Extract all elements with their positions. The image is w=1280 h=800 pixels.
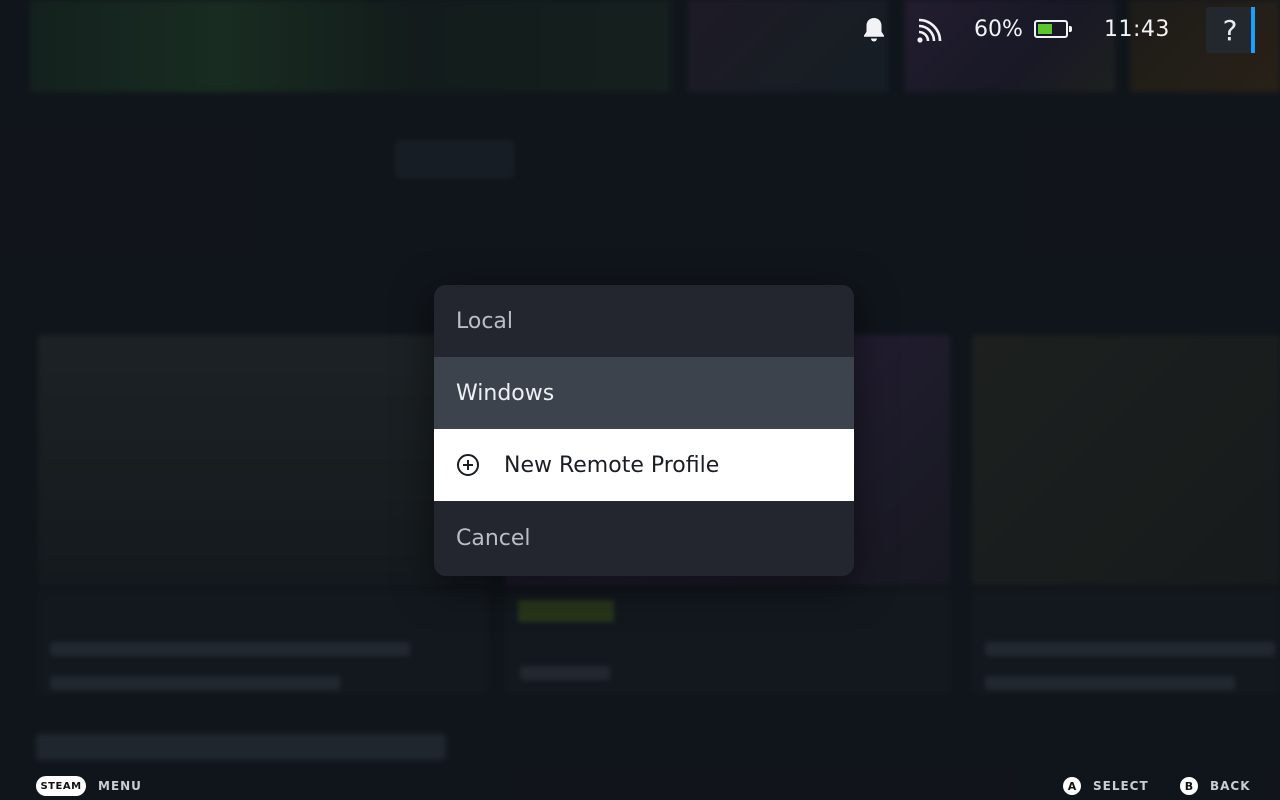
profile-context-menu: Local Windows New Remote Profile Cancel xyxy=(434,285,854,576)
menu-item-windows[interactable]: Windows xyxy=(434,357,854,429)
battery-percent: 60% xyxy=(974,17,1023,42)
menu-item-local[interactable]: Local xyxy=(434,285,854,357)
menu-item-label: Local xyxy=(456,308,514,334)
menu-item-new-remote-profile[interactable]: New Remote Profile xyxy=(434,429,854,501)
bell-icon[interactable] xyxy=(862,16,886,48)
back-hint-label: BACK xyxy=(1210,779,1251,793)
b-button-glyph: B xyxy=(1180,777,1198,795)
steam-button-glyph[interactable]: STEAM xyxy=(36,776,86,796)
select-hint-label: SELECT xyxy=(1093,779,1149,793)
menu-item-label: New Remote Profile xyxy=(504,452,720,478)
menu-item-cancel[interactable]: Cancel xyxy=(434,501,854,576)
menu-hint-label: MENU xyxy=(98,779,142,793)
battery-icon xyxy=(1034,20,1072,38)
battery-fill xyxy=(1038,24,1053,34)
clock: 11:43 xyxy=(1104,17,1170,42)
help-button[interactable]: ? xyxy=(1206,7,1254,53)
menu-item-label: Cancel xyxy=(456,526,531,551)
menu-item-label: Windows xyxy=(456,380,555,406)
broadcast-icon xyxy=(916,18,942,48)
question-icon: ? xyxy=(1222,13,1238,47)
a-button-glyph: A xyxy=(1063,777,1081,795)
focus-accent-bar xyxy=(1251,7,1255,53)
plus-circle-icon xyxy=(456,453,480,477)
